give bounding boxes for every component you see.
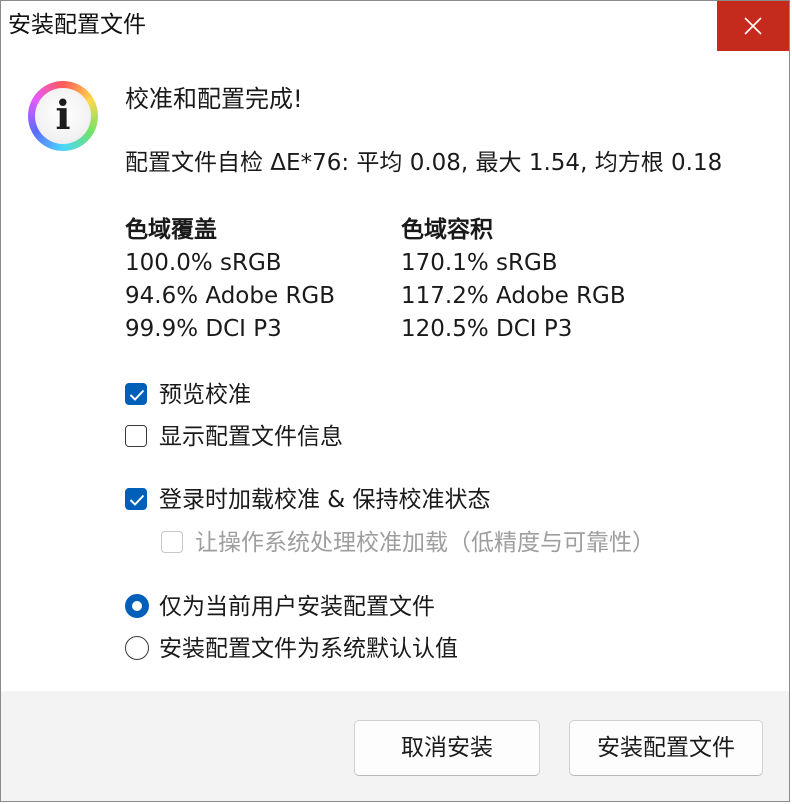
checkbox-disabled-icon <box>161 531 183 553</box>
show-profile-info-label: 显示配置文件信息 <box>159 424 343 450</box>
profile-self-check: 配置文件自检 ΔE*76: 平均 0.08, 最大 1.54, 均方根 0.18 <box>125 150 723 176</box>
gamut-volume-dci-p3: 120.5% DCI P3 <box>401 316 573 342</box>
install-profile-button[interactable]: 安装配置文件 <box>569 720 763 776</box>
title-bar[interactable]: 安装配置文件 <box>1 1 789 51</box>
checkbox-checked-icon <box>125 383 147 405</box>
radio-unselected-icon <box>125 636 149 660</box>
close-button[interactable] <box>717 1 789 51</box>
load-on-login-label: 登录时加载校准 & 保持校准状态 <box>159 487 491 513</box>
gamut-coverage-title: 色域覆盖 <box>125 217 217 243</box>
cancel-install-button[interactable]: 取消安装 <box>354 720 540 776</box>
info-icon-glyph: i <box>55 92 71 139</box>
dialog-content: i 校准和配置完成! 配置文件自检 ΔE*76: 平均 0.08, 最大 1.5… <box>1 51 789 691</box>
gamut-volume-srgb: 170.1% sRGB <box>401 250 558 276</box>
install-profile-dialog: 安装配置文件 i 校准和配置完成! 配置文件自检 ΔE*76: 平均 0.08,… <box>0 0 790 802</box>
install-system-default-label: 安装配置文件为系统默认认值 <box>159 636 458 662</box>
checkbox-checked-icon <box>125 488 147 510</box>
radio-selected-icon <box>125 594 149 618</box>
gamut-volume-title: 色域容积 <box>401 217 493 243</box>
window-title: 安装配置文件 <box>8 12 146 38</box>
os-handles-loading-label: 让操作系统处理校准加载（低精度与可靠性） <box>195 530 655 556</box>
preview-calibration-label: 预览校准 <box>159 382 251 408</box>
gamut-coverage-section: 色域覆盖 100.0% sRGB 94.6% Adobe RGB 99.9% D… <box>125 214 335 346</box>
gamut-coverage-adobe-rgb: 94.6% Adobe RGB <box>125 283 336 309</box>
gamut-coverage-dci-p3: 99.9% DCI P3 <box>125 316 282 342</box>
close-icon <box>744 17 762 35</box>
checkbox-unchecked-icon <box>125 425 147 447</box>
dialog-footer: 取消安装 安装配置文件 <box>1 691 789 801</box>
gamut-volume-section: 色域容积 170.1% sRGB 117.2% Adobe RGB 120.5%… <box>401 214 626 346</box>
completion-heading: 校准和配置完成! <box>125 85 303 113</box>
info-icon: i <box>28 81 98 151</box>
gamut-coverage-srgb: 100.0% sRGB <box>125 250 282 276</box>
gamut-volume-adobe-rgb: 117.2% Adobe RGB <box>401 283 626 309</box>
install-current-user-label: 仅为当前用户安装配置文件 <box>159 594 435 620</box>
